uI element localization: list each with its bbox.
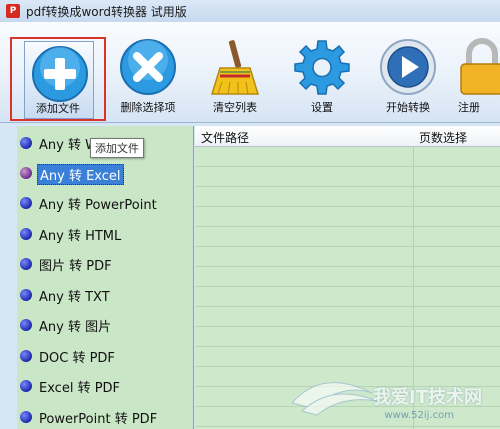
broom-icon [210,40,260,95]
conversion-item-label: PowerPoint 转 PDF [39,412,158,427]
add-file-label: 添加文件 [36,102,80,115]
delete-selected-button[interactable]: 删除选择项 [106,36,190,122]
plus-icon [32,46,88,102]
conversion-list: Any 转 Word Any 转 Excel Any 转 PowerPoint … [17,126,194,429]
conversion-item-any-to-excel[interactable]: Any 转 Excel [17,162,193,185]
delete-x-icon [120,39,176,95]
play-icon [380,39,436,95]
watermark-text: 我爱IT技术网 [373,387,482,408]
radio-icon [20,197,32,209]
radio-icon [20,167,32,179]
app-icon: P [6,4,20,18]
conversion-item-label: Excel 转 PDF [39,381,121,396]
conversion-item-label: Any 转 Excel [37,164,124,185]
radio-icon [20,289,32,301]
clear-list-button[interactable]: 清空列表 [193,36,277,122]
conversion-item-any-to-image[interactable]: Any 转 图片 [17,314,193,336]
conversion-item-label: Any 转 HTML [39,229,122,244]
add-file-button[interactable]: 添加文件 [10,37,106,121]
register-label: 注册 [458,101,480,114]
settings-button[interactable]: 设置 [280,36,364,122]
title-bar: P pdf转换成word转换器 试用版 [0,0,500,23]
radio-icon [20,380,32,392]
radio-icon [20,228,32,240]
window-title: pdf转换成word转换器 试用版 [26,5,187,19]
radio-icon [20,350,32,362]
gear-icon [294,40,350,95]
conversion-item-label: Any 转 图片 [39,320,112,335]
delete-selected-label: 删除选择项 [120,101,176,114]
radio-icon [20,137,32,149]
file-table-header: 文件路径 页数选择 [195,126,500,147]
add-file-tooltip: 添加文件 [90,138,144,158]
lock-icon [460,38,500,95]
radio-icon [20,319,32,331]
watermark-url: www.52ij.com [384,410,454,421]
conversion-item-any-to-html[interactable]: Any 转 HTML [17,223,193,245]
settings-label: 设置 [311,101,333,114]
conversion-item-label: Any 转 TXT [39,290,110,305]
column-header-file-path[interactable]: 文件路径 [201,129,249,146]
conversion-item-label: DOC 转 PDF [39,351,115,366]
column-header-page-select[interactable]: 页数选择 [419,129,467,146]
conversion-item-any-to-txt[interactable]: Any 转 TXT [17,284,193,306]
register-button[interactable]: 注册 [452,36,500,122]
start-convert-button[interactable]: 开始转换 [366,36,450,122]
conversion-item-doc-to-pdf[interactable]: DOC 转 PDF [17,345,193,367]
conversion-item-powerpoint-to-pdf[interactable]: PowerPoint 转 PDF [17,406,193,428]
toolbar: 添加文件 删除选择项 清空列表 设置 开始转换 注册 [0,22,500,123]
conversion-item-image-to-pdf[interactable]: 图片 转 PDF [17,253,193,275]
conversion-item-any-to-powerpoint[interactable]: Any 转 PowerPoint [17,192,193,214]
radio-icon [20,411,32,423]
watermark: 我爱IT技术网 www.52ij.com [282,363,492,423]
clear-list-label: 清空列表 [213,101,257,114]
conversion-item-label: Any 转 PowerPoint [39,198,157,213]
conversion-item-excel-to-pdf[interactable]: Excel 转 PDF [17,375,193,397]
radio-icon [20,258,32,270]
start-convert-label: 开始转换 [386,101,430,114]
conversion-item-label: 图片 转 PDF [39,259,112,274]
